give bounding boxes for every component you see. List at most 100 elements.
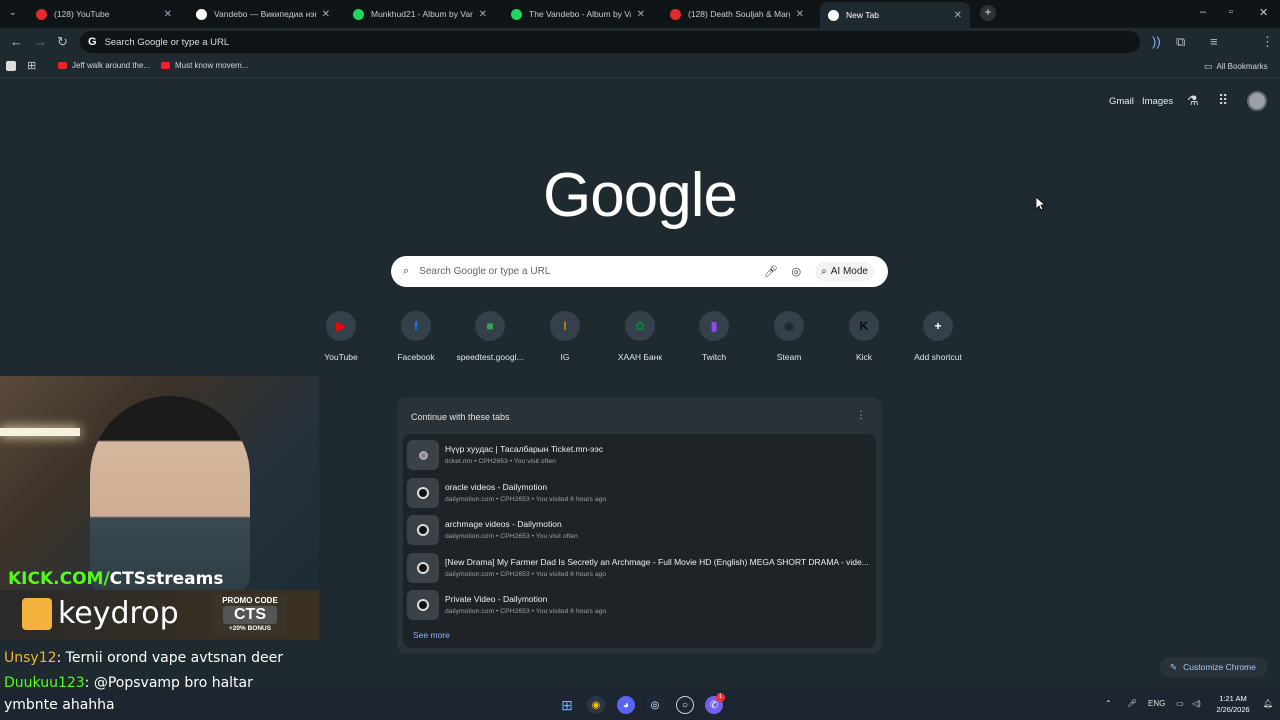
continue-tab-row[interactable]: [New Drama] My Farmer Dad Is Secretly an… (407, 551, 872, 585)
search-input[interactable]: Search Google or type a URL (419, 266, 763, 277)
obs-icon[interactable]: ○ (676, 696, 694, 714)
tab-6[interactable]: New Tab ✕ (820, 2, 970, 28)
shortcut-tile[interactable]: I IG (528, 311, 602, 362)
spotify-icon (353, 8, 364, 20)
chrome-menu-icon[interactable]: ⋮ (1261, 34, 1274, 50)
voice-search-icon[interactable]: 🎤︎ (764, 265, 778, 278)
close-tab-icon[interactable]: ✕ (479, 9, 487, 20)
shortcut-tile[interactable]: ✿ ХААН Банк (603, 311, 677, 362)
chat-message: Duukuu123: @Popsvamp bro haltar (4, 675, 253, 691)
read-aloud-icon[interactable]: )) (1152, 34, 1161, 49)
continue-tab-subtitle: dailymotion.com • CPH2653 • You visited … (445, 608, 607, 615)
google-apps-icon[interactable]: ⠿ (1218, 92, 1228, 109)
reload-icon[interactable]: ↻ (57, 34, 68, 50)
gmail-link[interactable]: Gmail (1109, 96, 1134, 107)
gift-icon (22, 598, 52, 630)
tab-5[interactable]: (128) Death Souljah & Margad ✕ (662, 2, 812, 26)
microphone-icon[interactable]: 🎤︎ (1127, 699, 1137, 708)
account-avatar[interactable] (1247, 91, 1267, 111)
close-window-button[interactable]: ✕ (1259, 6, 1268, 19)
close-tab-icon[interactable]: ✕ (796, 9, 804, 20)
notification-badge: 1 (716, 693, 725, 702)
maximize-button[interactable]: ▫ (1229, 6, 1233, 18)
language-indicator[interactable]: ENG (1148, 699, 1165, 708)
customize-chrome-button[interactable]: ✎ Customize Chrome (1160, 657, 1268, 677)
ai-mode-button[interactable]: ⌕ AI Mode (815, 262, 874, 281)
show-hidden-icons[interactable]: ⌃ (1105, 699, 1112, 708)
continue-tab-row[interactable]: archmage videos - Dailymotion dailymotion… (407, 513, 872, 547)
tab-4[interactable]: The Vandebo - Album by Vand ✕ (503, 2, 653, 26)
shortcut-tile[interactable]: ▮ Twitch (677, 311, 751, 362)
tab-title: Munkhud21 - Album by Vandel (371, 9, 473, 19)
windows-start-icon[interactable]: ⊞ (558, 696, 576, 714)
volume-icon[interactable]: ◁) (1192, 699, 1201, 708)
apps-grid-icon[interactable]: ⊞ (27, 59, 36, 72)
folder-icon: ▭ (1204, 61, 1213, 71)
continue-tabs-panel: Continue with these tabs ⋮ Нүүр хуудас |… (397, 397, 882, 654)
ai-mode-icon: ⌕ (821, 266, 827, 277)
system-clock[interactable]: 1:21 AM 2/26/2026 (1210, 693, 1256, 715)
continue-tab-title: [New Drama] My Farmer Dad Is Secretly an… (445, 556, 869, 567)
close-tab-icon[interactable]: ✕ (954, 10, 962, 21)
streamer-webcam: KICK.COM/CTSstreams keydrop PROMO CODE C… (0, 376, 319, 640)
extensions-icon[interactable]: ⧉ (1176, 34, 1185, 50)
discord-icon[interactable]: ◕ (617, 696, 635, 714)
shortcut-icon: f (401, 311, 431, 341)
panel-menu-icon[interactable]: ⋮ (856, 410, 866, 421)
new-tab-button[interactable]: + (980, 5, 996, 21)
minimize-button[interactable]: – (1200, 6, 1206, 18)
promo-bonus: +20% BONUS (228, 625, 272, 632)
address-bar[interactable]: G Search Google or type a URL (80, 31, 1140, 53)
dailymotion-icon (407, 590, 439, 620)
bookmark-label: Must know movem... (175, 61, 249, 70)
close-tab-icon[interactable]: ✕ (322, 9, 330, 20)
bookmark-item[interactable]: Jeff walk around the... (58, 61, 150, 70)
close-tab-icon[interactable]: ✕ (164, 9, 172, 20)
continue-tab-row[interactable]: Private Video - Dailymotion dailymotion.c… (407, 588, 872, 622)
tab-search-chevron-icon[interactable]: ⌄ (9, 7, 17, 18)
chrome-taskbar-icon[interactable]: ◉ (587, 696, 605, 714)
forward-icon[interactable]: → (34, 34, 47, 49)
shortcut-icon: + (923, 311, 953, 341)
spotify-icon (511, 8, 522, 20)
chat-username: Duukuu123 (4, 675, 85, 691)
shortcut-tile[interactable]: ▶ YouTube (304, 311, 378, 362)
network-icon[interactable]: ▭ (1176, 699, 1184, 708)
shortcut-tile[interactable]: + Add shortcut (901, 311, 975, 362)
continue-tab-row[interactable]: oracle videos - Dailymotion dailymotion.c… (407, 476, 872, 510)
lens-search-icon[interactable]: ◎ (792, 265, 802, 278)
notifications-bell-icon[interactable]: 🔔︎ (1263, 699, 1273, 708)
windows-taskbar: ⊞ ◉ ◕ ◎ ○ ✆ 1 ⌃ 🎤︎ ENG ▭ ◁) 1:21 AM 2/26… (0, 690, 1280, 720)
images-link[interactable]: Images (1142, 96, 1173, 107)
bookmark-item[interactable]: Must know movem... (161, 61, 248, 70)
back-icon[interactable]: ← (10, 34, 23, 49)
shortcut-tile[interactable]: ■ speedtest.googl... (453, 311, 527, 362)
bookmark-app-icon[interactable] (6, 61, 16, 71)
continue-tab-row[interactable]: Нүүр хуудас | Тасалбарын Ticket.mn-ээс ti… (407, 438, 872, 472)
tab-title: (128) Death Souljah & Margad (688, 9, 790, 19)
close-tab-icon[interactable]: ✕ (637, 9, 645, 20)
tab-2[interactable]: Vandebo — Википедиа нэвтэр ✕ (188, 2, 338, 26)
wikipedia-icon (196, 8, 207, 20)
shortcut-label: Add shortcut (914, 352, 962, 362)
media-controls-icon[interactable]: ≡ (1210, 34, 1218, 49)
kick-channel-name: CTSstreams (109, 569, 224, 589)
youtube-icon (670, 8, 681, 20)
all-bookmarks-button[interactable]: ▭ All Bookmarks (1204, 61, 1268, 72)
promo-label: PROMO CODE (222, 596, 278, 605)
search-box[interactable]: ⌕ Search Google or type a URL 🎤︎ ◎ ⌕ AI … (391, 256, 888, 287)
kick-prefix: KICK.COM/ (8, 569, 110, 589)
shortcut-tile[interactable]: f Facebook (379, 311, 453, 362)
chat-text: : Ternii orond vape avtsnan deer (56, 650, 283, 666)
youtube-icon (58, 62, 67, 69)
steam-taskbar-icon[interactable]: ◎ (646, 696, 664, 714)
shortcut-icon: ✿ (625, 311, 655, 341)
shortcut-tile[interactable]: ◉ Steam (752, 311, 826, 362)
labs-flask-icon[interactable]: ⚗ (1187, 93, 1199, 109)
shortcut-icon: ◉ (774, 311, 804, 341)
tab-1[interactable]: (128) YouTube ✕ (28, 2, 180, 26)
shortcut-tile[interactable]: K Kick (827, 311, 901, 362)
tab-3[interactable]: Munkhud21 - Album by Vandel ✕ (345, 2, 495, 26)
see-more-link[interactable]: See more (413, 630, 450, 640)
continue-tab-subtitle: dailymotion.com • CPH2653 • You visited … (445, 495, 607, 503)
